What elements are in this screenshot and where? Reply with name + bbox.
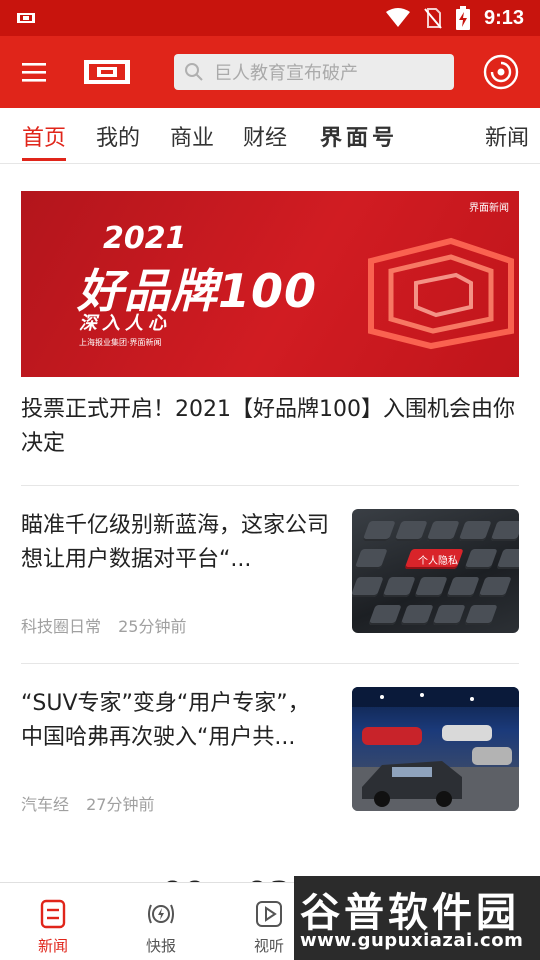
news-feed[interactable]: 界面新闻 2021 好品牌100 深入人心 上海报业集团·界面新闻 投票正式开启…	[0, 165, 540, 840]
article-thumbnail-cars[interactable]	[352, 687, 519, 811]
category-tabs: 首页 我的 商业 财经 界面号 新闻	[0, 108, 540, 164]
search-icon	[185, 63, 203, 81]
nav-flash-label: 快报	[145, 937, 176, 955]
tab-finance[interactable]: 财经	[243, 120, 287, 152]
nav-news[interactable]: 新闻	[8, 883, 98, 960]
article-source: 科技圈日常	[21, 617, 102, 636]
status-bar: 9:13	[0, 0, 540, 36]
banner-subtitle: 深入人心	[79, 313, 171, 334]
menu-button[interactable]	[20, 60, 48, 84]
banner-3d-logo-icon	[368, 237, 514, 350]
wifi-icon	[385, 8, 410, 27]
nav-news-label: 新闻	[37, 937, 68, 955]
no-sim-icon	[424, 8, 442, 29]
article-title[interactable]: 瞄准千亿级别新蓝海，这家公司想让用户数据对平台“...	[21, 509, 331, 577]
status-time: 9:13	[483, 6, 524, 29]
banner-org: 上海报业集团·界面新闻	[79, 338, 162, 347]
article-meta: 科技圈日常 25分钟前	[21, 613, 186, 637]
watermark-url: www.gupuxiazai.com	[300, 930, 524, 951]
search-placeholder: 巨人教育宣布破产	[214, 63, 358, 84]
headline-title[interactable]: 投票正式开启！2021【好品牌100】入围机会由你决定	[21, 393, 519, 461]
radio-icon	[483, 54, 519, 90]
banner-year: 2021	[103, 221, 187, 256]
active-tab-indicator	[22, 158, 66, 161]
divider	[21, 663, 519, 664]
article-source: 汽车经	[21, 795, 70, 814]
article-thumbnail-keyboard[interactable]: 个人隐私	[352, 509, 519, 633]
article-time: 27分钟前	[86, 795, 155, 814]
article-time: 25分钟前	[118, 617, 187, 636]
article-title[interactable]: “SUV专家”变身“用户专家”，中国哈弗再次驶入“用户共...	[21, 687, 331, 755]
radio-button[interactable]	[482, 53, 520, 91]
site-watermark: 谷普软件园 www.gupuxiazai.com	[294, 876, 540, 960]
nav-flash[interactable]: 快报	[116, 883, 206, 960]
divider	[21, 485, 519, 486]
tab-news[interactable]: 新闻	[485, 120, 529, 152]
banner-brand: 界面新闻	[469, 203, 509, 214]
tab-jiemianhao[interactable]: 界面号	[320, 120, 398, 152]
privacy-key-label: 个人隐私	[418, 556, 458, 567]
app-header: 巨人教育宣布破产	[0, 36, 540, 108]
auto-show-image	[352, 687, 519, 811]
flash-news-icon	[148, 904, 174, 924]
battery-charging-icon	[455, 6, 470, 30]
app-logo-icon	[17, 13, 35, 23]
news-icon	[40, 899, 66, 929]
jiemian-logo[interactable]	[82, 58, 132, 86]
article-meta: 汽车经 27分钟前	[21, 791, 154, 815]
tab-home[interactable]: 首页	[22, 120, 66, 152]
promo-banner[interactable]: 界面新闻 2021 好品牌100 深入人心 上海报业集团·界面新闻	[21, 191, 519, 377]
jiemian-logo-icon	[84, 60, 130, 84]
hamburger-icon	[22, 63, 46, 82]
search-bar[interactable]: 巨人教育宣布破产	[174, 54, 454, 90]
tab-business[interactable]: 商业	[170, 120, 214, 152]
tab-mine[interactable]: 我的	[96, 120, 140, 152]
play-video-icon	[256, 901, 282, 927]
